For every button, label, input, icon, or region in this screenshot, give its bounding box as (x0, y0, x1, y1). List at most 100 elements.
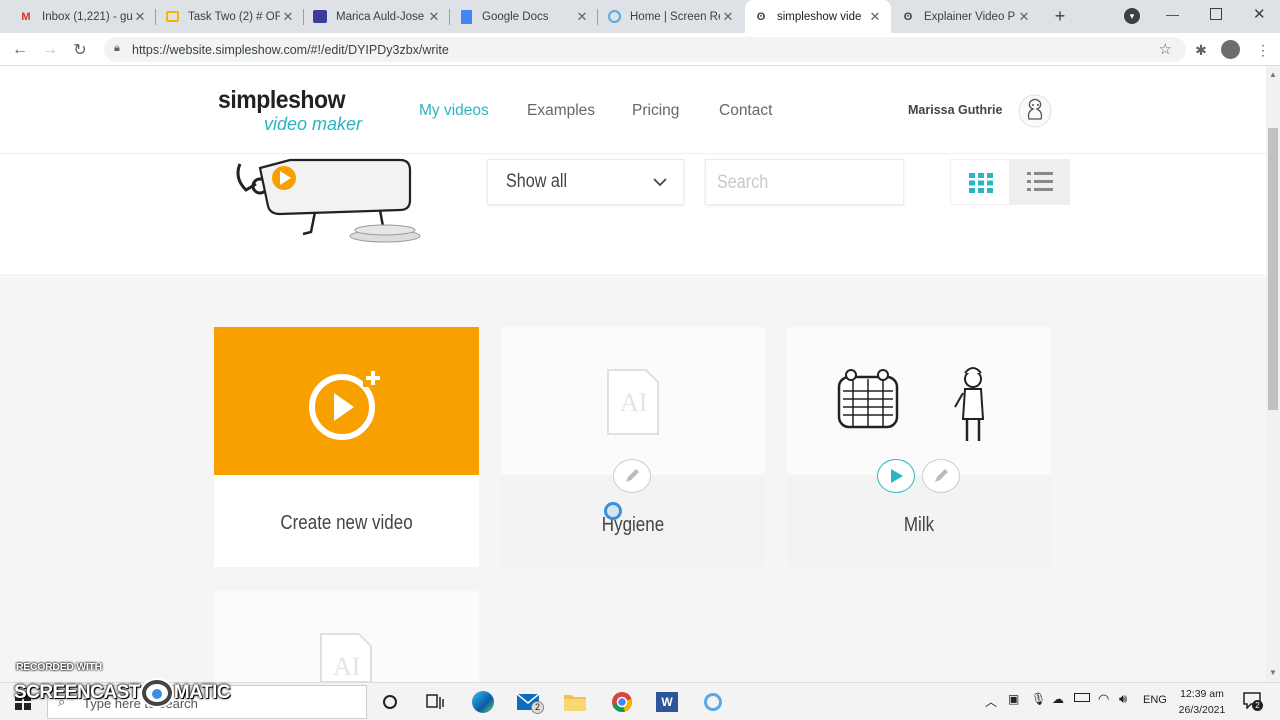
nav-examples[interactable]: Examples (527, 102, 595, 120)
scroll-down-icon[interactable]: ▼ (1269, 668, 1277, 677)
address-bar[interactable]: 🔒︎ https://website.simpleshow.com/#!/edi… (104, 37, 1186, 62)
svg-text:AI: AI (620, 388, 647, 417)
cortana-icon[interactable] (377, 689, 403, 715)
extensions-icon[interactable]: ✱ (1190, 39, 1212, 61)
close-icon[interactable]: ✕ (1016, 9, 1032, 25)
file-explorer-icon[interactable] (562, 689, 588, 715)
restore-icon[interactable] (1210, 8, 1222, 20)
filter-bar: Show all Search (0, 154, 1266, 276)
task-view-icon[interactable] (422, 689, 448, 715)
word-icon[interactable]: W (654, 689, 680, 715)
video-title: Milk (903, 514, 935, 536)
tab-title: Task Two (2) # OF (188, 10, 280, 23)
watermark-screencast: SCREENCAST (14, 682, 140, 703)
back-icon[interactable]: ← (9, 39, 31, 61)
dropdown-value: Show all (506, 171, 568, 192)
tab-explainer-video[interactable]: ʘ Explainer Video P ✕ (892, 0, 1040, 33)
tab-simpleshow-active[interactable]: ʘ simpleshow vide ✕ (745, 0, 891, 33)
scroll-thumb[interactable] (1268, 128, 1278, 410)
video-card-milk[interactable]: Milk (787, 327, 1051, 567)
nav-contact[interactable]: Contact (719, 102, 772, 120)
clock-date: 26/3/2021 (1178, 704, 1226, 716)
svg-text:AI: AI (333, 652, 360, 681)
docs-icon (458, 9, 474, 25)
lock-icon: 🔒︎ (114, 42, 120, 54)
edit-pencil-icon[interactable] (922, 459, 960, 493)
mail-icon[interactable]: 2 (516, 689, 544, 715)
user-name[interactable]: Marissa Guthrie (908, 103, 1002, 117)
play-button[interactable] (877, 459, 915, 493)
tab-gmail[interactable]: M Inbox (1,221) - gu ✕ (10, 0, 156, 33)
video-grid: Create new video AI Hygiene Milk AI (0, 277, 1266, 683)
meet-now-icon[interactable]: ▣ (1008, 692, 1019, 706)
show-all-dropdown[interactable]: Show all (487, 159, 684, 205)
close-icon[interactable]: ✕ (720, 9, 736, 25)
user-avatar[interactable] (1018, 94, 1052, 128)
tab-title: Explainer Video P (924, 10, 1016, 23)
notification-icon[interactable]: 2 (1243, 691, 1263, 714)
site-header: simpleshow video maker My videos Example… (0, 66, 1266, 154)
grid-icon (969, 173, 993, 198)
edit-pencil-icon[interactable] (613, 459, 651, 493)
window-close-icon[interactable]: ✕ (1253, 5, 1266, 23)
close-icon[interactable]: ✕ (280, 9, 296, 25)
close-icon[interactable]: ✕ (132, 9, 148, 25)
menu-icon[interactable]: ⋮ (1252, 39, 1274, 61)
watermark-recorded: RECORDED WITH (16, 661, 102, 673)
slides-icon (164, 9, 180, 25)
close-icon[interactable]: ✕ (426, 9, 442, 25)
screencast-watermark: SCREENCAST MATIC (14, 680, 231, 706)
new-tab-button[interactable]: + (1050, 6, 1070, 26)
language-indicator[interactable]: ENG (1143, 694, 1167, 706)
browser-toolbar: ← → ↻ 🔒︎ https://website.simpleshow.com/… (0, 33, 1280, 66)
video-card-hygiene[interactable]: AI Hygiene (501, 327, 765, 567)
reload-icon[interactable]: ↻ (69, 39, 91, 61)
microphone-icon[interactable]: 🎙︎ (1031, 692, 1046, 706)
volume-icon[interactable]: 🔊︎ (1119, 691, 1127, 707)
tab-screencast[interactable]: Home | Screen Re ✕ (598, 0, 744, 33)
minimize-icon[interactable]: — (1166, 7, 1179, 22)
tab-title: Marica Auld-Jose (336, 10, 425, 23)
list-icon (1027, 172, 1053, 197)
nav-my-videos[interactable]: My videos (419, 102, 489, 120)
logo-bottom: video maker (264, 114, 363, 134)
page-scrollbar[interactable]: ▲ ▼ (1266, 66, 1280, 682)
simpleshow-logo[interactable]: simpleshow video maker (218, 86, 362, 134)
edge-icon[interactable] (470, 689, 496, 715)
chrome-icon[interactable] (609, 689, 635, 715)
scroll-up-icon[interactable]: ▲ (1269, 70, 1277, 79)
tab-slides[interactable]: Task Two (2) # OF ✕ (156, 0, 304, 33)
wifi-icon[interactable]: ◠ (1098, 691, 1109, 707)
create-video-banner (214, 327, 479, 475)
url-text: https://website.simpleshow.com/#!/edit/D… (132, 42, 449, 57)
tab-google-docs[interactable]: Google Docs ✕ (450, 0, 598, 33)
show-hidden-icons[interactable]: ︿ (985, 693, 997, 710)
add-video-icon (306, 365, 386, 450)
profile-avatar[interactable] (1221, 40, 1240, 59)
nav-pricing[interactable]: Pricing (632, 102, 679, 120)
screencast-taskbar-icon[interactable] (700, 689, 726, 715)
battery-icon[interactable] (1074, 693, 1090, 702)
tab-search-icon[interactable]: ▾ (1124, 8, 1140, 24)
search-input[interactable]: Search (705, 159, 904, 205)
grid-view-button[interactable] (950, 159, 1010, 205)
forward-icon[interactable]: → (39, 39, 61, 61)
simpleshow-icon: ʘ (756, 10, 766, 23)
header-illustration (230, 154, 430, 246)
list-view-button[interactable] (1010, 159, 1070, 205)
clock-time: 12:39 am (1180, 688, 1224, 700)
close-icon[interactable]: ✕ (574, 9, 590, 25)
close-icon[interactable]: ✕ (867, 9, 883, 25)
notification-badge: 2 (1252, 700, 1263, 711)
create-new-video-card[interactable]: Create new video (214, 327, 479, 567)
tab-title: Google Docs (482, 10, 549, 23)
tab-title: Home | Screen Re (630, 10, 720, 23)
browser-tab-strip: M Inbox (1,221) - gu ✕ Task Two (2) # OF… (0, 0, 1280, 33)
create-video-label: Create new video (280, 512, 413, 534)
star-icon[interactable]: ☆ (1159, 40, 1172, 58)
clock[interactable]: 12:39 am 26/3/2021 (1172, 686, 1232, 718)
tab-forms[interactable]: Marica Auld-Jose ✕ (304, 0, 450, 33)
search-placeholder: Search (717, 172, 769, 193)
video-card-untitled[interactable]: AI (214, 591, 479, 683)
onedrive-icon[interactable]: ☁ (1052, 692, 1064, 706)
